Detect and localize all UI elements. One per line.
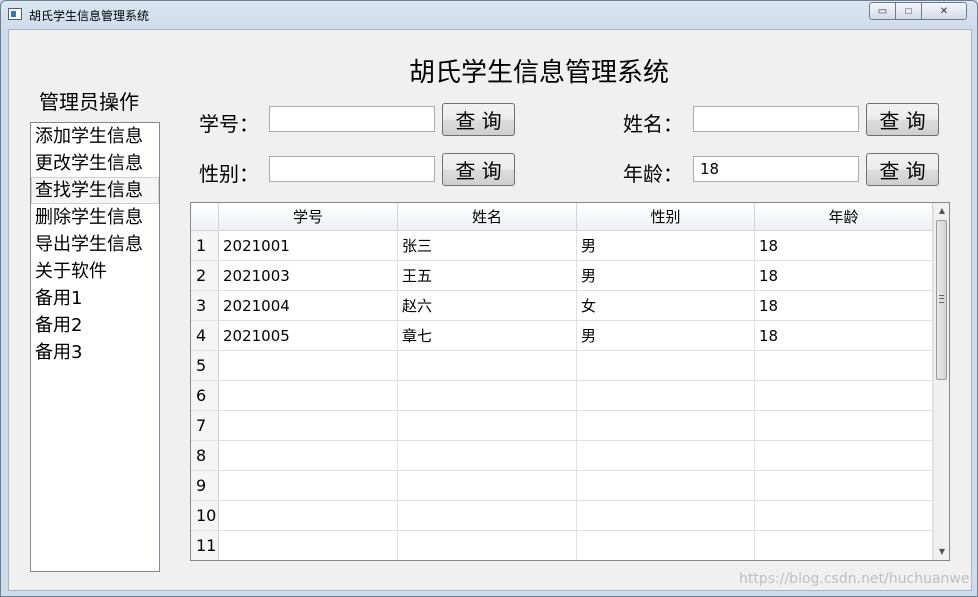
page-title: 胡氏学生信息管理系统 bbox=[409, 58, 670, 88]
cell-name[interactable]: 赵六 bbox=[398, 291, 577, 321]
gender-label: 性别： bbox=[199, 162, 259, 186]
cell-id[interactable] bbox=[219, 531, 398, 560]
close-button[interactable]: ✕ bbox=[921, 2, 967, 20]
admin-menu-list: 添加学生信息 更改学生信息 查找学生信息 删除学生信息 导出学生信息 关于软件 … bbox=[30, 122, 160, 572]
cell-id[interactable] bbox=[219, 381, 398, 411]
cell-age[interactable]: 18 bbox=[755, 261, 933, 291]
column-header-gender[interactable]: 性别 bbox=[577, 203, 755, 231]
title-bar[interactable]: 胡氏学生信息管理系统 ▭ □ ✕ bbox=[1, 1, 977, 29]
menu-item-spare-2[interactable]: 备用2 bbox=[31, 312, 159, 339]
window-title: 胡氏学生信息管理系统 bbox=[29, 9, 150, 23]
cell-id[interactable] bbox=[219, 501, 398, 531]
row-number[interactable]: 9 bbox=[191, 471, 219, 501]
cell-gender[interactable]: 女 bbox=[577, 291, 755, 321]
cell-id[interactable] bbox=[219, 471, 398, 501]
cell-gender[interactable] bbox=[577, 411, 755, 441]
cell-gender[interactable] bbox=[577, 531, 755, 560]
student-table: 学号 姓名 性别 年龄 1 2021001 张三男 18 2 2021003 王五男 18 3 2… bbox=[190, 202, 950, 561]
query-gender-button[interactable]: 查 询 bbox=[442, 153, 515, 186]
age-label: 年龄： bbox=[623, 162, 683, 186]
cell-age[interactable] bbox=[755, 381, 933, 411]
name-label: 姓名： bbox=[623, 112, 683, 136]
scroll-down-icon[interactable]: ▼ bbox=[934, 544, 949, 560]
cell-age[interactable] bbox=[755, 471, 933, 501]
grip-icon bbox=[939, 295, 944, 303]
cell-gender[interactable] bbox=[577, 441, 755, 471]
row-number[interactable]: 6 bbox=[191, 381, 219, 411]
menu-item-about[interactable]: 关于软件 bbox=[31, 258, 159, 285]
cell-age[interactable]: 18 bbox=[755, 321, 933, 351]
scroll-up-icon[interactable]: ▲ bbox=[934, 203, 949, 219]
row-number[interactable]: 5 bbox=[191, 351, 219, 381]
menu-item-edit-student[interactable]: 更改学生信息 bbox=[31, 150, 159, 177]
cell-id[interactable]: 2021005 bbox=[219, 321, 398, 351]
row-number[interactable]: 3 bbox=[191, 291, 219, 321]
age-input[interactable] bbox=[693, 156, 859, 182]
client-area: 胡氏学生信息管理系统 管理员操作 添加学生信息 更改学生信息 查找学生信息 删除… bbox=[8, 29, 972, 591]
cell-name[interactable]: 张三 bbox=[398, 231, 577, 261]
cell-gender[interactable] bbox=[577, 501, 755, 531]
name-input[interactable] bbox=[693, 106, 859, 132]
row-number[interactable]: 8 bbox=[191, 441, 219, 471]
cell-gender[interactable] bbox=[577, 471, 755, 501]
column-header-age[interactable]: 年龄 bbox=[755, 203, 933, 231]
cell-name[interactable]: 王五 bbox=[398, 261, 577, 291]
column-header-id[interactable]: 学号 bbox=[219, 203, 398, 231]
cell-name[interactable] bbox=[398, 501, 577, 531]
cell-name[interactable] bbox=[398, 441, 577, 471]
cell-age[interactable] bbox=[755, 351, 933, 381]
cell-age[interactable] bbox=[755, 411, 933, 441]
cell-id[interactable] bbox=[219, 441, 398, 471]
menu-item-export-student[interactable]: 导出学生信息 bbox=[31, 231, 159, 258]
student-id-label: 学号： bbox=[199, 112, 259, 136]
student-id-input[interactable] bbox=[269, 106, 435, 132]
cell-age[interactable] bbox=[755, 531, 933, 560]
menu-item-find-student[interactable]: 查找学生信息 bbox=[31, 177, 159, 204]
cell-gender[interactable]: 男 bbox=[577, 321, 755, 351]
cell-gender[interactable]: 男 bbox=[577, 261, 755, 291]
cell-gender[interactable]: 男 bbox=[577, 231, 755, 261]
cell-age[interactable]: 18 bbox=[755, 231, 933, 261]
cell-age[interactable] bbox=[755, 441, 933, 471]
table-corner[interactable] bbox=[191, 203, 219, 231]
cell-name[interactable] bbox=[398, 531, 577, 560]
menu-item-spare-3[interactable]: 备用3 bbox=[31, 339, 159, 366]
watermark: https://blog.csdn.net/huchuanwei bbox=[739, 571, 974, 587]
row-number[interactable]: 2 bbox=[191, 261, 219, 291]
query-name-button[interactable]: 查 询 bbox=[866, 103, 939, 136]
vertical-scrollbar[interactable]: ▲ ▼ bbox=[933, 203, 949, 560]
row-number[interactable]: 10 bbox=[191, 501, 219, 531]
cell-id[interactable]: 2021003 bbox=[219, 261, 398, 291]
cell-id[interactable]: 2021001 bbox=[219, 231, 398, 261]
cell-name[interactable] bbox=[398, 381, 577, 411]
query-id-button[interactable]: 查 询 bbox=[442, 103, 515, 136]
cell-age[interactable] bbox=[755, 501, 933, 531]
cell-id[interactable] bbox=[219, 351, 398, 381]
minimize-button[interactable]: ▭ bbox=[869, 2, 896, 20]
cell-name[interactable]: 章七 bbox=[398, 321, 577, 351]
cell-gender[interactable] bbox=[577, 351, 755, 381]
app-icon bbox=[8, 8, 22, 20]
cell-id[interactable] bbox=[219, 411, 398, 441]
maximize-button[interactable]: □ bbox=[895, 2, 922, 20]
scroll-thumb[interactable] bbox=[936, 220, 947, 380]
sidebar-title: 管理员操作 bbox=[39, 90, 139, 114]
menu-item-add-student[interactable]: 添加学生信息 bbox=[31, 123, 159, 150]
query-age-button[interactable]: 查 询 bbox=[866, 153, 939, 186]
column-header-name[interactable]: 姓名 bbox=[398, 203, 577, 231]
row-number[interactable]: 4 bbox=[191, 321, 219, 351]
cell-name[interactable] bbox=[398, 471, 577, 501]
menu-item-spare-1[interactable]: 备用1 bbox=[31, 285, 159, 312]
row-number[interactable]: 11 bbox=[191, 531, 219, 560]
cell-name[interactable] bbox=[398, 411, 577, 441]
menu-item-delete-student[interactable]: 删除学生信息 bbox=[31, 204, 159, 231]
cell-name[interactable] bbox=[398, 351, 577, 381]
cell-age[interactable]: 18 bbox=[755, 291, 933, 321]
app-window: 胡氏学生信息管理系统 ▭ □ ✕ 胡氏学生信息管理系统 管理员操作 添加学生信息… bbox=[0, 0, 978, 597]
row-number[interactable]: 7 bbox=[191, 411, 219, 441]
gender-input[interactable] bbox=[269, 156, 435, 182]
cell-id[interactable]: 2021004 bbox=[219, 291, 398, 321]
cell-gender[interactable] bbox=[577, 381, 755, 411]
row-number[interactable]: 1 bbox=[191, 231, 219, 261]
